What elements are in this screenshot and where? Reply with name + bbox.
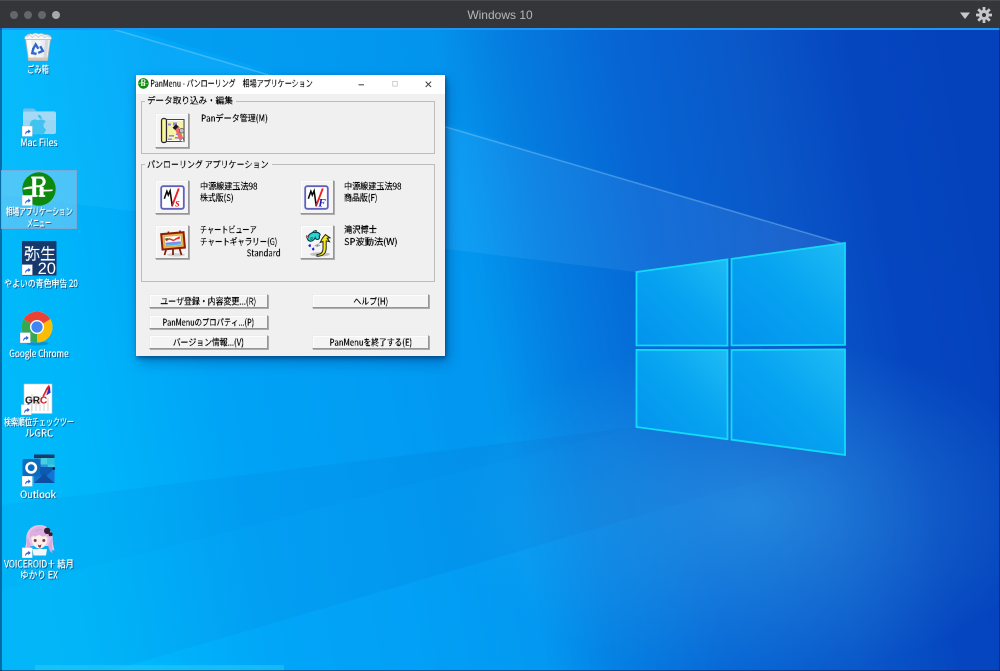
svg-text:F: F — [317, 197, 326, 209]
svg-text:s: s — [174, 197, 180, 209]
svg-text:C: C — [40, 396, 47, 407]
svg-text:20: 20 — [37, 260, 55, 276]
